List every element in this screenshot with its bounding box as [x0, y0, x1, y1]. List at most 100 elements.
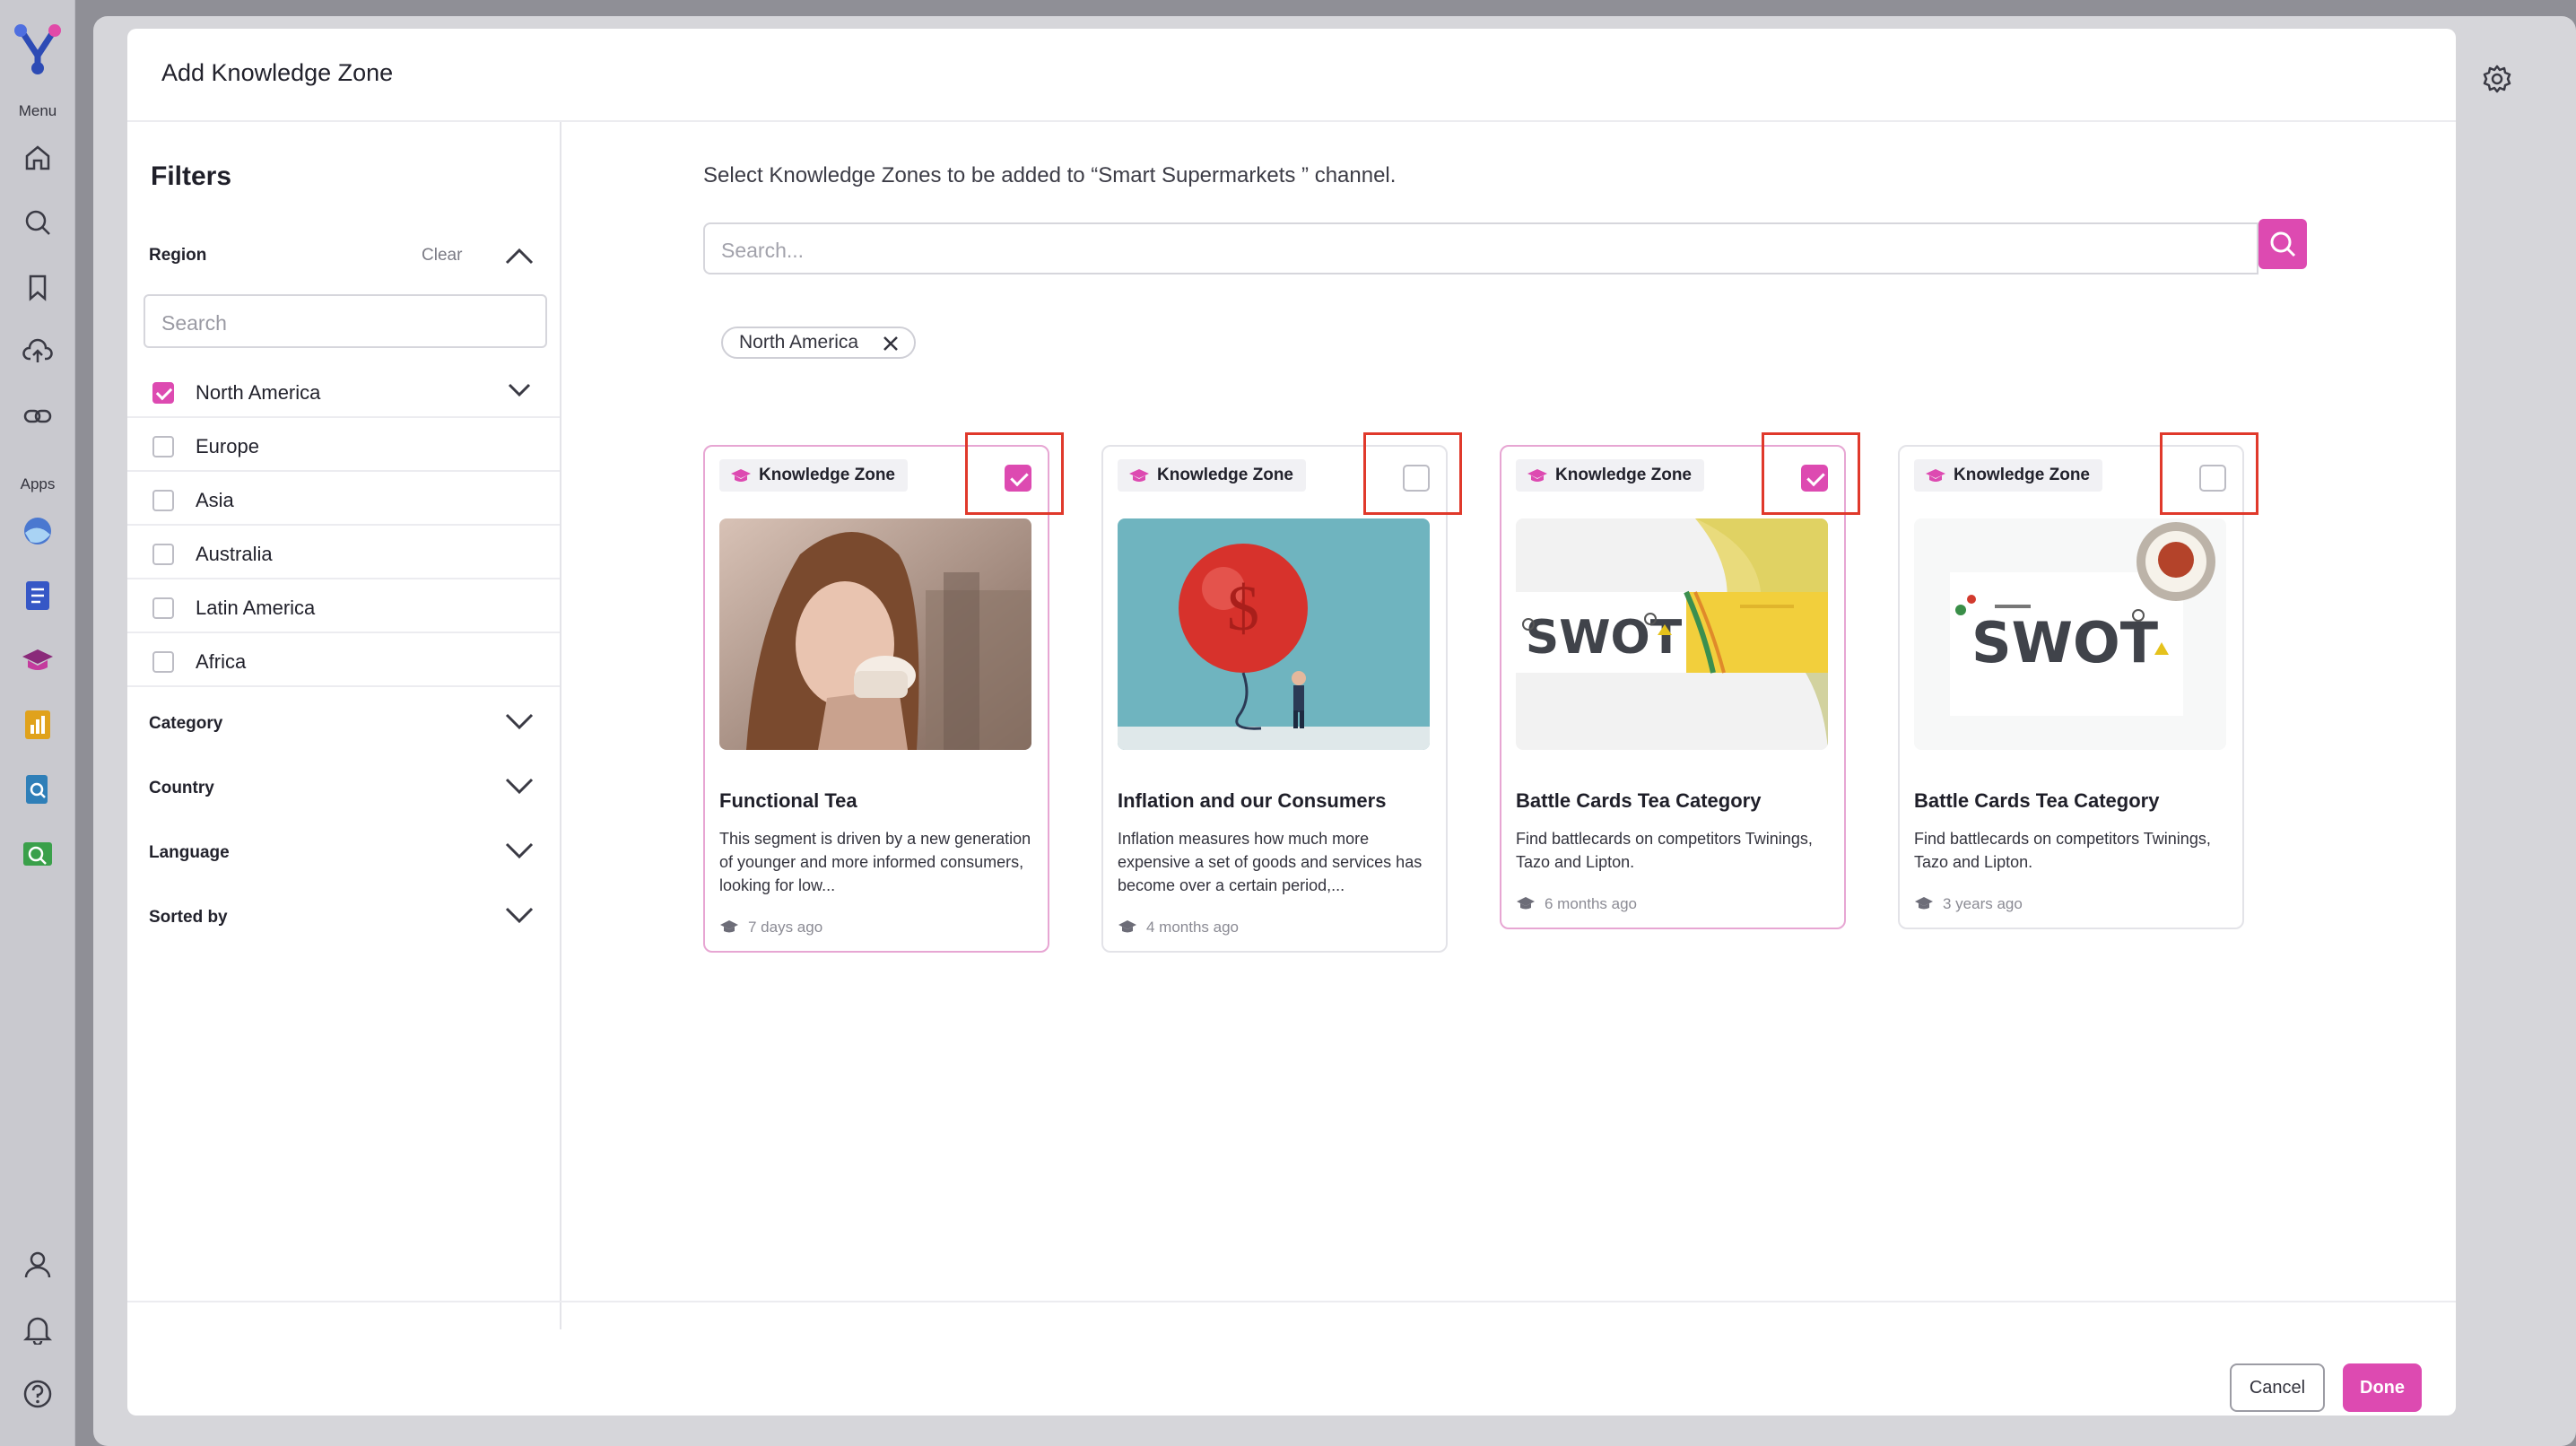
- card-image: $: [1118, 518, 1430, 750]
- swot-image: SWOT: [1914, 518, 2226, 750]
- card-tag: Knowledge Zone: [1914, 459, 2102, 492]
- region-label: Region: [149, 246, 207, 265]
- graduation-cap-icon: [720, 920, 738, 933]
- region-checkbox-australia[interactable]: [152, 544, 174, 565]
- search-button[interactable]: [2258, 219, 2307, 269]
- card-meta-label: 3 years ago: [1943, 895, 2023, 912]
- close-icon[interactable]: [882, 335, 900, 353]
- profile-icon[interactable]: [20, 1247, 56, 1283]
- help-icon[interactable]: [20, 1376, 56, 1412]
- graduation-cap-icon: [1915, 897, 1933, 910]
- highlight-box: [1363, 432, 1462, 515]
- region-option[interactable]: Europe: [127, 418, 560, 472]
- card-image: SWOT: [1914, 518, 2226, 750]
- language-filter-header[interactable]: Language: [127, 836, 560, 868]
- swot-image: SWOT: [1516, 518, 1828, 750]
- language-label: Language: [149, 843, 230, 862]
- chevron-up-icon[interactable]: [504, 246, 535, 266]
- card-image: [719, 518, 1031, 750]
- region-checkbox-asia[interactable]: [152, 490, 174, 511]
- cancel-button[interactable]: Cancel: [2230, 1363, 2325, 1412]
- highlight-box: [965, 432, 1064, 515]
- app-file-search-icon[interactable]: [20, 771, 56, 807]
- card-title: Inflation and our Consumers: [1118, 789, 1387, 812]
- upload-icon[interactable]: [20, 334, 56, 370]
- app-knowledge-zone-icon[interactable]: [20, 642, 56, 678]
- menu-label: Menu: [18, 102, 57, 119]
- region-checkbox-north-america[interactable]: [152, 382, 174, 404]
- region-checkbox-latin-america[interactable]: [152, 597, 174, 619]
- logo-icon[interactable]: [11, 22, 65, 75]
- bell-icon[interactable]: [20, 1311, 56, 1347]
- card-tag: Knowledge Zone: [719, 459, 908, 492]
- chevron-down-icon[interactable]: [508, 382, 531, 398]
- search-icon[interactable]: [20, 205, 56, 240]
- knowledge-zone-card[interactable]: Knowledge Zone SWOT Battle Cards Tea Cat…: [1898, 445, 2244, 929]
- card-title: Functional Tea: [719, 789, 857, 812]
- svg-text:$: $: [1227, 572, 1259, 644]
- region-option-label: North America: [196, 381, 321, 404]
- modal-title: Add Knowledge Zone: [161, 59, 394, 86]
- add-knowledge-zone-modal: Add Knowledge Zone Filters Region Clear …: [127, 29, 2456, 1416]
- swot-text: SWOT: [1971, 610, 2158, 675]
- active-filter-chip: North America: [721, 327, 917, 359]
- chevron-down-icon[interactable]: [504, 712, 535, 732]
- card-tag: Knowledge Zone: [1516, 459, 1704, 492]
- region-filter-header[interactable]: Region Clear: [127, 246, 560, 278]
- app-chart-icon[interactable]: [20, 707, 56, 743]
- knowledge-zone-card[interactable]: Knowledge Zone Functional Tea This segme…: [703, 445, 1049, 953]
- card-description: This segment is driven by a new generati…: [719, 830, 1031, 894]
- chip-label: North America: [739, 332, 859, 353]
- chevron-down-icon[interactable]: [504, 841, 535, 861]
- gear-icon[interactable]: [2481, 63, 2517, 99]
- graduation-cap-icon: [1527, 469, 1547, 482]
- modal-footer: [127, 1301, 2456, 1416]
- chevron-down-icon[interactable]: [504, 906, 535, 926]
- category-label: Category: [149, 714, 223, 733]
- region-option[interactable]: Asia: [127, 472, 560, 526]
- card-image: SWOT: [1516, 518, 1828, 750]
- card-meta: 6 months ago: [1516, 895, 1637, 913]
- country-filter-header[interactable]: Country: [127, 771, 560, 804]
- link-icon[interactable]: [20, 398, 56, 434]
- card-description: Find battlecards on competitors Twinings…: [1516, 830, 1813, 871]
- card-title: Battle Cards Tea Category: [1516, 789, 1762, 812]
- knowledge-zone-search-input[interactable]: Search...: [703, 222, 2258, 274]
- category-filter-header[interactable]: Category: [127, 707, 560, 739]
- done-button[interactable]: Done: [2343, 1363, 2422, 1412]
- chevron-down-icon[interactable]: [504, 777, 535, 797]
- swot-text: SWOT: [1526, 611, 1683, 665]
- sorted-by-label: Sorted by: [149, 908, 228, 927]
- highlight-box: [2160, 432, 2258, 515]
- region-option[interactable]: Latin America: [127, 579, 560, 633]
- region-checkbox-europe[interactable]: [152, 436, 174, 457]
- region-option[interactable]: Australia: [127, 526, 560, 579]
- home-icon[interactable]: [20, 140, 56, 176]
- card-meta: 3 years ago: [1914, 895, 2023, 913]
- bookmark-icon[interactable]: [20, 269, 56, 305]
- region-clear-button[interactable]: Clear: [422, 246, 462, 266]
- region-option[interactable]: Africa: [127, 633, 560, 687]
- region-option[interactable]: North America: [127, 364, 560, 418]
- highlight-box: [1762, 432, 1860, 515]
- graduation-cap-icon: [1926, 469, 1945, 482]
- app-moon-icon[interactable]: [20, 513, 56, 549]
- content-area: Select Knowledge Zones to be added to “S…: [563, 122, 2456, 1329]
- knowledge-zone-card[interactable]: Knowledge Zone $ Inflation and our Consu…: [1101, 445, 1448, 953]
- filters-panel: Filters Region Clear Search North Americ…: [127, 122, 561, 1329]
- card-tag-label: Knowledge Zone: [759, 466, 895, 484]
- graduation-cap-icon: [1129, 469, 1149, 482]
- region-search-input[interactable]: Search: [144, 294, 547, 348]
- card-title: Battle Cards Tea Category: [1914, 789, 2160, 812]
- app-document-icon[interactable]: [20, 578, 56, 614]
- modal-header: Add Knowledge Zone: [127, 29, 2456, 122]
- knowledge-zone-card[interactable]: Knowledge Zone SWOT Battle Cards Tea Cat…: [1500, 445, 1846, 929]
- card-tag-label: Knowledge Zone: [1157, 466, 1293, 484]
- app-image-search-icon[interactable]: [20, 836, 56, 872]
- graduation-cap-icon: [1118, 920, 1136, 933]
- filters-title: Filters: [151, 161, 232, 191]
- region-option-label: Latin America: [196, 597, 316, 619]
- app-rail: Menu Apps: [0, 0, 75, 1446]
- region-checkbox-africa[interactable]: [152, 651, 174, 673]
- sorted-by-filter-header[interactable]: Sorted by: [127, 901, 560, 933]
